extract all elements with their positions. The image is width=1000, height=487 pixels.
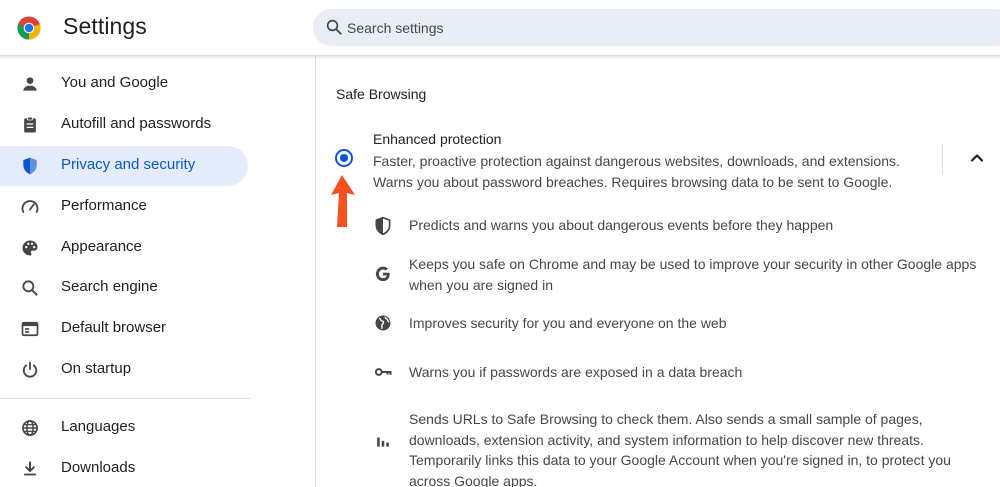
search-icon [326,19,342,35]
shield-icon [23,157,37,175]
google-g-icon [375,266,390,282]
power-icon [22,361,38,378]
section-title: Safe Browsing [336,86,427,102]
speedometer-icon [21,200,39,213]
sidebar-item-appearance[interactable]: Appearance [0,228,248,268]
sidebar-item-languages[interactable]: Languages [0,408,248,448]
sidebar-item-label: Privacy and security [61,156,196,173]
sidebar: You and Google Autofill and passwords Pr… [0,56,316,487]
search-icon [22,280,38,296]
key-icon [374,368,392,376]
sidebar-item-privacy-and-security[interactable]: Privacy and security [0,146,248,186]
sidebar-item-on-startup[interactable]: On startup [0,350,248,390]
sidebar-item-label: Appearance [61,238,142,255]
sidebar-item-autofill[interactable]: Autofill and passwords [0,105,248,145]
search-input[interactable] [347,9,947,46]
annotation-arrow-icon [331,175,355,227]
vertical-divider [942,144,943,174]
sidebar-item-default-browser[interactable]: Default browser [0,309,248,349]
feature-text: Warns you if passwords are exposed in a … [409,364,743,380]
sidebar-item-label: Downloads [61,459,136,476]
clipboard-icon [24,116,36,133]
page-title: Settings [63,13,147,39]
option-description: Faster, proactive protection against dan… [373,153,900,190]
palette-icon [22,240,38,256]
main-content: Safe Browsing Enhanced protection Faster… [317,56,1000,487]
download-icon [24,461,36,476]
bar-chart-icon [377,437,389,447]
chevron-up-icon[interactable] [965,146,989,170]
globe-icon [22,420,38,436]
sidebar-item-downloads[interactable]: Downloads [0,449,248,487]
sidebar-item-label: Languages [61,418,136,435]
sidebar-item-label: Performance [61,197,147,214]
enhanced-protection-radio[interactable] [335,149,353,167]
sidebar-item-performance[interactable]: Performance [0,187,248,227]
feature-text: Improves security for you and everyone o… [409,315,727,331]
person-icon [23,77,37,91]
browser-window-icon [21,321,39,337]
search-box[interactable] [313,9,1000,46]
chrome-logo-icon [17,16,41,40]
shield-half-icon [375,216,391,236]
feature-text: Keeps you safe on Chrome and may be used… [409,256,977,293]
option-title: Enhanced protection [373,131,502,147]
sidebar-item-label: Search engine [61,278,158,295]
sidebar-item-label: Autofill and passwords [61,115,212,132]
settings-header: Settings [0,0,1000,56]
sidebar-item-label: On startup [61,360,132,377]
sidebar-item-you-and-google[interactable]: You and Google [0,64,248,104]
globe-icon [375,315,391,331]
feature-text: Predicts and warns you about dangerous e… [409,217,834,233]
sidebar-item-label: Default browser [61,319,167,336]
feature-text: Sends URLs to Safe Browsing to check the… [409,411,951,487]
sidebar-item-search-engine[interactable]: Search engine [0,268,248,308]
sidebar-divider [0,398,250,399]
sidebar-item-label: You and Google [61,74,169,91]
